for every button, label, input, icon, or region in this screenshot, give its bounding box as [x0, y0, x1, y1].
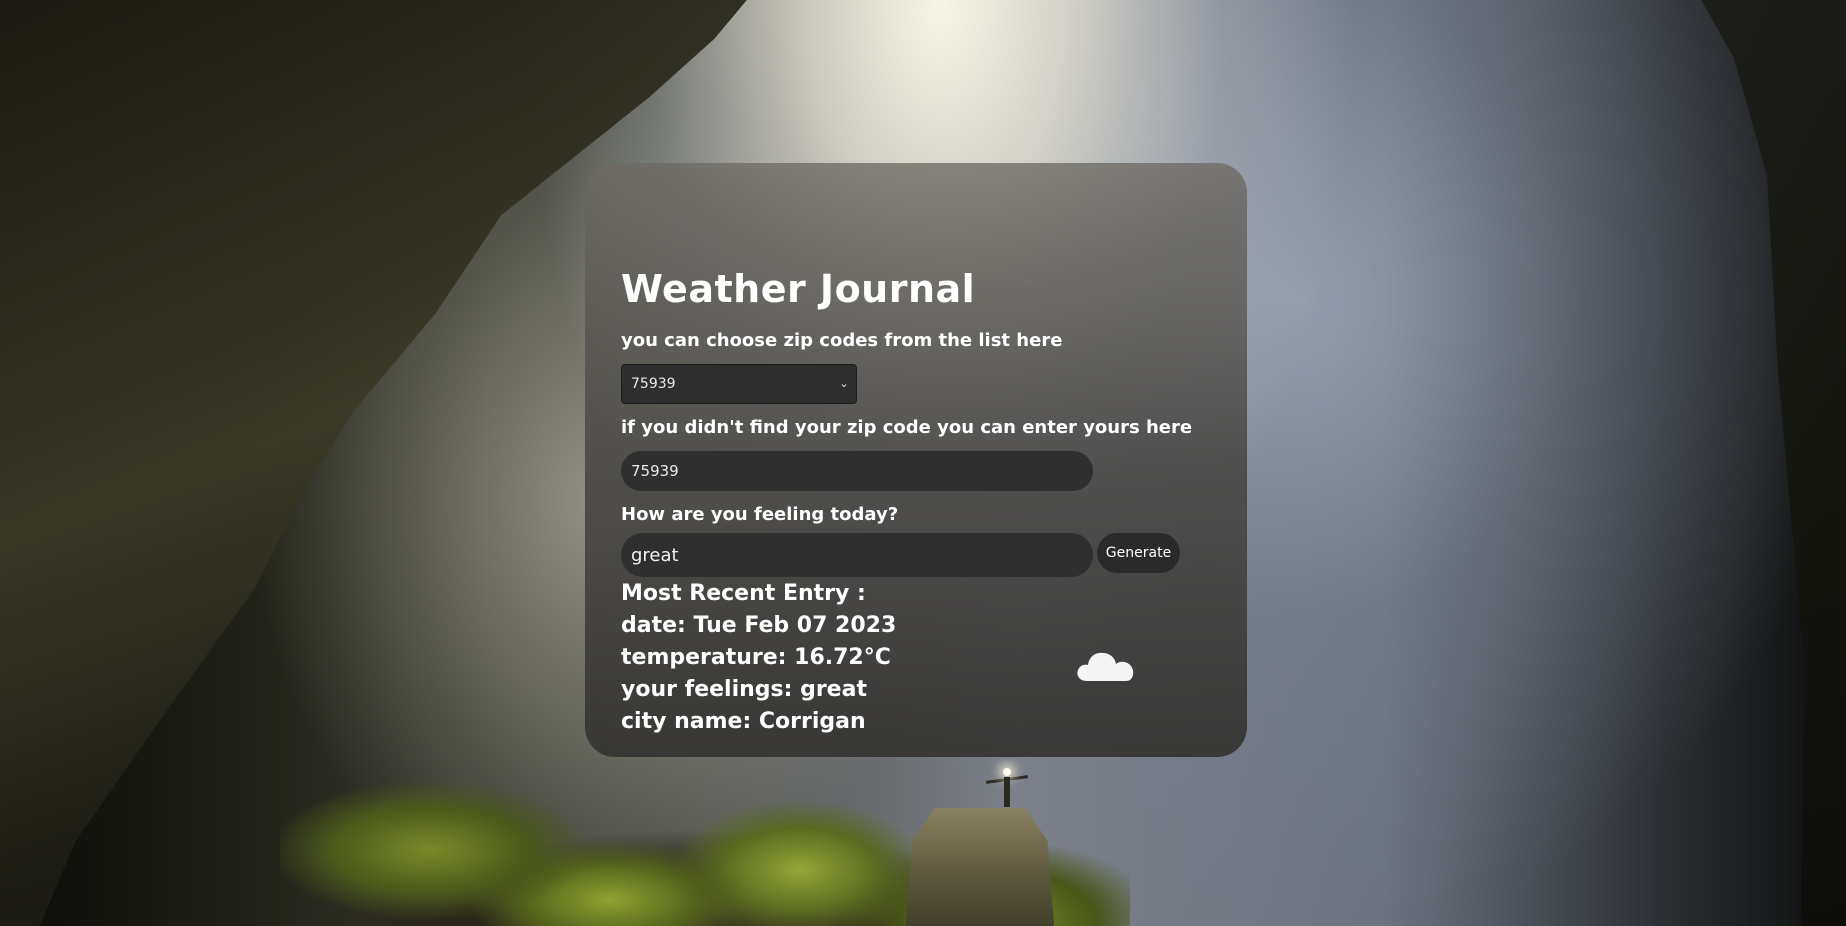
generate-button[interactable]: Generate — [1097, 533, 1180, 573]
entry-date: date: Tue Feb 07 2023 — [621, 613, 897, 638]
zip-code-input[interactable] — [621, 451, 1093, 491]
zip-entry-label: if you didn't find your zip code you can… — [621, 417, 1193, 438]
feelings-label: How are you feeling today? — [621, 504, 899, 525]
entry-city-name: city name: Corrigan — [621, 709, 866, 734]
journal-card: Weather Journal you can choose zip codes… — [585, 163, 1247, 757]
entry-feelings: your feelings: great — [621, 677, 867, 702]
zip-list-label: you can choose zip codes from the list h… — [621, 330, 1063, 351]
cloud-icon — [1077, 652, 1134, 681]
recent-entry-heading: Most Recent Entry : — [621, 581, 866, 606]
chevron-down-icon: ⌄ — [839, 377, 849, 390]
zip-code-select[interactable]: 75939 ⌄ — [621, 364, 857, 404]
zip-code-select-value: 75939 — [631, 376, 676, 392]
page-title: Weather Journal — [621, 267, 976, 311]
rock-pillar — [905, 808, 1055, 926]
entry-temperature: temperature: 16.72°C — [621, 645, 891, 670]
cave-rock-right — [1690, 0, 1846, 926]
feelings-input[interactable] — [621, 533, 1093, 577]
person-figure — [985, 768, 1029, 810]
